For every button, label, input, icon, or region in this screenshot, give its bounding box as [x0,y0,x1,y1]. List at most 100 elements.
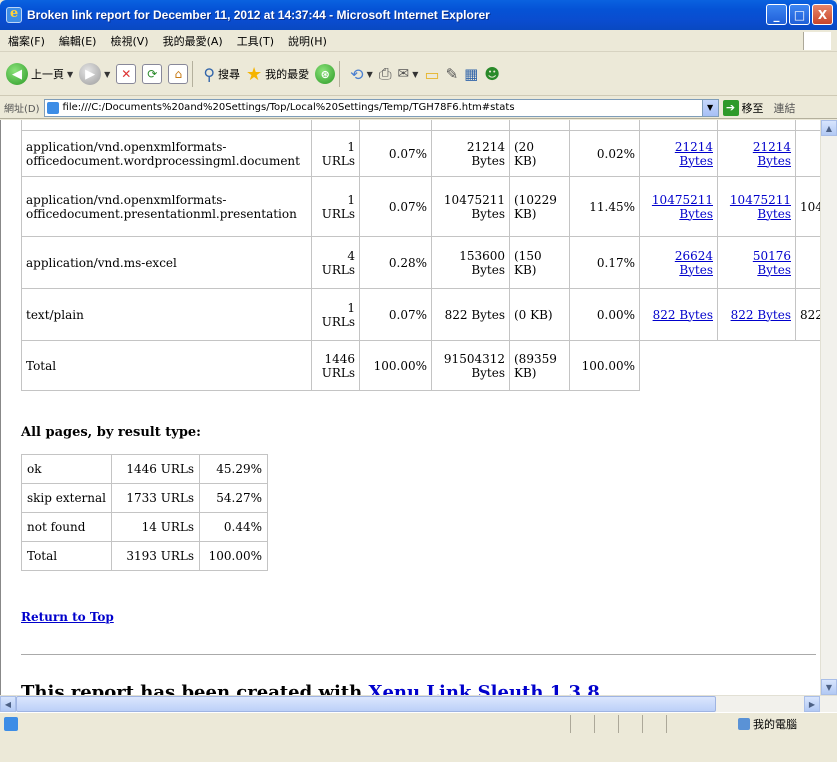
star-icon: ★ [246,63,263,85]
total-kb: (10229 [514,192,557,207]
max-size-link[interactable]: 10475211 Bytes [730,193,791,221]
result-label: ok [21,454,112,484]
url-percent: 0.28% [359,236,432,289]
result-percent: 54.27% [199,483,268,513]
footer-text: This report has been created with [21,682,369,695]
status-pane [570,714,571,733]
research-icon[interactable]: ▦ [464,65,478,83]
max-size-link[interactable]: 21214 Bytes [753,140,791,168]
bytes-unit: Bytes [471,206,505,221]
min-size-link[interactable]: 26624 Bytes [675,249,713,277]
toolbar-separator [339,61,341,87]
table-row [21,120,831,131]
forward-button[interactable]: ▶ ▼ [79,63,110,85]
scroll-left-icon[interactable]: ◀ [0,696,16,712]
max-size-link[interactable]: 50176 Bytes [753,249,791,277]
mime-type: text/plain [21,288,312,341]
page-icon [46,101,59,114]
messenger-icon[interactable]: ☻ [484,65,500,83]
url-count: 1 [347,192,355,207]
result-percent: 0.44% [199,512,268,542]
min-size-link[interactable]: 21214 Bytes [675,140,713,168]
table-row: application/vnd.openxmlformats-officedoc… [21,130,831,177]
history-button[interactable]: ⟲ ▼ [350,65,373,84]
result-count: 3193 URLs [111,541,200,571]
address-input[interactable]: file:///C:/Documents%20and%20Settings/To… [43,98,719,117]
minimize-button[interactable]: _ [766,4,787,25]
forward-arrow-icon: ▶ [79,63,102,85]
max-size-link[interactable]: 822 Bytes [731,308,791,322]
computer-icon [738,717,750,730]
menu-edit[interactable]: 編輯(E) [59,33,97,49]
chevron-down-icon[interactable]: ▼ [412,70,418,79]
bytes-unit: Bytes [471,365,505,380]
links-button[interactable]: 連結 [774,100,796,116]
vertical-scrollbar[interactable]: ▲ ▼ [820,120,837,695]
edit-icon[interactable]: ✎ [446,65,459,83]
back-button[interactable]: ◀ 上一頁 ▼ [6,63,73,85]
chevron-down-icon[interactable]: ▼ [367,70,373,79]
total-kb: (20 [514,139,534,154]
search-icon: ⚲ [203,64,216,84]
maximize-button[interactable]: □ [789,4,810,25]
table-row: skip external 1733 URLs 54.27% [21,483,268,513]
go-arrow-icon: ➔ [722,99,739,116]
toolbar-separator [192,61,194,87]
table-row: application/vnd.openxmlformats-officedoc… [21,176,831,237]
stop-icon[interactable]: ✕ [116,64,137,84]
refresh-icon[interactable]: ⟳ [142,64,163,84]
menu-view[interactable]: 檢視(V) [110,33,148,49]
close-button[interactable]: X [812,4,833,25]
menu-help[interactable]: 說明(H) [288,33,327,49]
menu-favorites[interactable]: 我的最愛(A) [163,33,223,49]
url-count: 1 [347,300,355,315]
horizontal-scrollbar[interactable]: ◀ ▶ [0,695,837,712]
favorites-button[interactable]: ★ 我的最愛 [246,64,309,85]
menu-file[interactable]: 檔案(F) [8,33,45,49]
menu-tools[interactable]: 工具(T) [237,33,274,49]
status-pane [594,714,595,733]
chevron-down-icon[interactable]: ▼ [104,70,110,79]
bytes-unit: Bytes [471,262,505,277]
total-label: Total [21,340,312,391]
address-bar: 網址(D) file:///C:/Documents%20and%20Setti… [0,97,837,119]
folder-icon[interactable]: ▭ [424,65,439,84]
page-status-icon [4,716,18,731]
back-label: 上一頁 [31,68,64,81]
chevron-down-icon[interactable]: ▼ [67,70,73,79]
home-icon[interactable]: ⌂ [168,64,189,84]
status-pane [642,714,643,733]
size-percent: 0.02% [569,130,640,177]
url-unit: URLs [321,314,355,329]
address-label: 網址(D) [4,104,40,115]
table-row: ok 1446 URLs 45.29% [21,454,268,484]
divider [21,654,816,655]
go-button[interactable]: ➔ 移至 [722,99,764,116]
scroll-right-icon[interactable]: ▶ [804,696,820,712]
mime-type-cont: officedocument.presentationml.presentati… [26,206,297,221]
mail-button[interactable]: ✉ ▼ [398,66,419,82]
window-bottom-edge [0,734,837,762]
xenu-link[interactable]: Xenu Link Sleuth 1.3.8 [368,682,599,695]
table-row: Total 1446 URLs 100.00% 91504312 Bytes (89… [21,340,831,391]
min-size-link[interactable]: 822 Bytes [653,308,713,322]
history-icon: ⟲ [350,64,364,84]
min-size-link[interactable]: 10475211 Bytes [652,193,713,221]
print-icon[interactable]: ⎙ [379,64,392,84]
url-percent: 0.07% [359,288,432,341]
table-row: not found 14 URLs 0.44% [21,512,268,542]
total-kb: (89359 [514,351,557,366]
return-to-top-link[interactable]: Return to Top [21,610,114,624]
scroll-up-icon[interactable]: ▲ [821,120,837,136]
scroll-thumb[interactable] [16,696,716,712]
ie-icon [6,6,22,23]
status-bar: 我的電腦 [0,712,837,734]
media-icon[interactable]: ⊛ [315,64,336,84]
search-button[interactable]: ⚲ 搜尋 [203,65,240,84]
window-title: Broken link report for December 11, 2012… [27,8,490,22]
search-label: 搜尋 [218,68,241,81]
scroll-down-icon[interactable]: ▼ [821,679,837,695]
total-bytes: 10475211 [443,192,505,207]
mime-type-table: application/vnd.openxmlformats-officedoc… [21,120,831,391]
address-dropdown-icon[interactable]: ▼ [701,99,718,116]
